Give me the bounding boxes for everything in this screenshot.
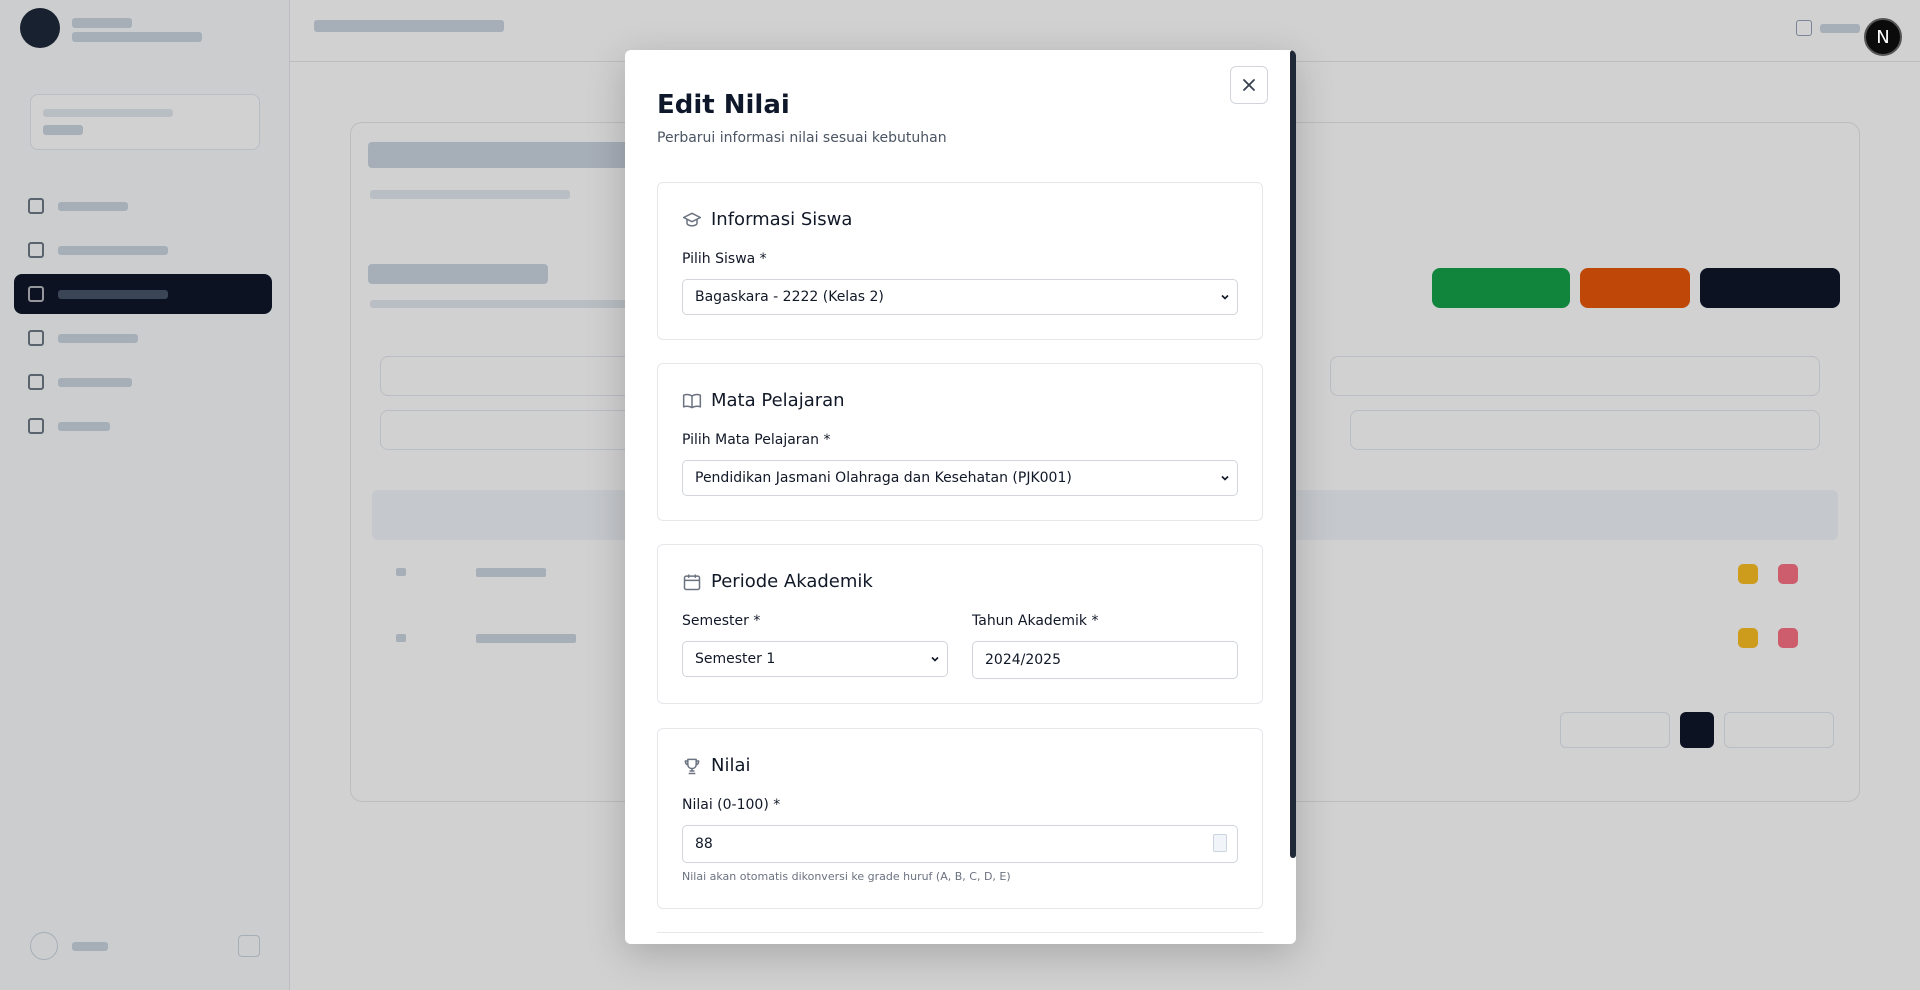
grade-hint: Nilai akan otomatis dikonversi ke grade … xyxy=(682,870,1011,883)
subject-section-header: Mata Pelajaran xyxy=(682,390,845,411)
student-select[interactable]: Bagaskara - 2222 (Kelas 2) xyxy=(682,279,1238,315)
subject-select[interactable]: Pendidikan Jasmani Olahraga dan Kesehata… xyxy=(682,460,1238,496)
number-stepper-icon[interactable] xyxy=(1213,834,1227,852)
period-section: Periode Akademik Semester * Semester 1 T… xyxy=(657,544,1263,704)
subject-section-title: Mata Pelajaran xyxy=(711,390,845,411)
scrollbar[interactable] xyxy=(1290,50,1296,858)
academic-year-label: Tahun Akademik * xyxy=(972,613,1099,629)
chevron-down-icon xyxy=(1221,475,1229,481)
close-icon xyxy=(1243,79,1255,91)
subject-select-value: Pendidikan Jasmani Olahraga dan Kesehata… xyxy=(695,470,1072,486)
period-section-title: Periode Akademik xyxy=(711,571,873,592)
trophy-icon xyxy=(684,758,700,774)
edit-grade-dialog: Edit Nilai Perbarui informasi nilai sesu… xyxy=(625,50,1296,944)
user-avatar-badge[interactable]: N xyxy=(1864,18,1902,56)
dialog-footer-divider xyxy=(657,932,1263,933)
dialog-description: Perbarui informasi nilai sesuai kebutuha… xyxy=(657,130,947,146)
graduation-cap-icon xyxy=(682,212,702,227)
grade-section-header: Nilai xyxy=(682,755,751,776)
student-label: Pilih Siswa * xyxy=(682,251,767,267)
grade-section: Nilai Nilai (0-100) * 88 Nilai akan otom… xyxy=(657,728,1263,909)
grade-input-value: 88 xyxy=(695,836,713,852)
academic-year-input[interactable]: 2024/2025 xyxy=(972,641,1238,679)
semester-select-value: Semester 1 xyxy=(695,651,776,667)
chevron-down-icon xyxy=(931,656,939,662)
period-section-header: Periode Akademik xyxy=(682,571,873,592)
calendar-icon xyxy=(683,574,701,590)
chevron-down-icon xyxy=(1221,294,1229,300)
close-button[interactable] xyxy=(1230,66,1268,104)
student-select-value: Bagaskara - 2222 (Kelas 2) xyxy=(695,289,884,305)
student-section: Informasi Siswa Pilih Siswa * Bagaskara … xyxy=(657,182,1263,340)
student-section-header: Informasi Siswa xyxy=(682,209,852,230)
grade-input[interactable]: 88 xyxy=(682,825,1238,863)
dialog-title: Edit Nilai xyxy=(657,90,790,120)
academic-year-value: 2024/2025 xyxy=(985,652,1061,668)
book-open-icon xyxy=(682,393,702,408)
grade-label: Nilai (0-100) * xyxy=(682,797,781,813)
semester-label: Semester * xyxy=(682,613,761,629)
grade-section-title: Nilai xyxy=(711,755,751,776)
semester-select[interactable]: Semester 1 xyxy=(682,641,948,677)
subject-label: Pilih Mata Pelajaran * xyxy=(682,432,831,448)
subject-section: Mata Pelajaran Pilih Mata Pelajaran * Pe… xyxy=(657,363,1263,521)
student-section-title: Informasi Siswa xyxy=(711,209,853,230)
